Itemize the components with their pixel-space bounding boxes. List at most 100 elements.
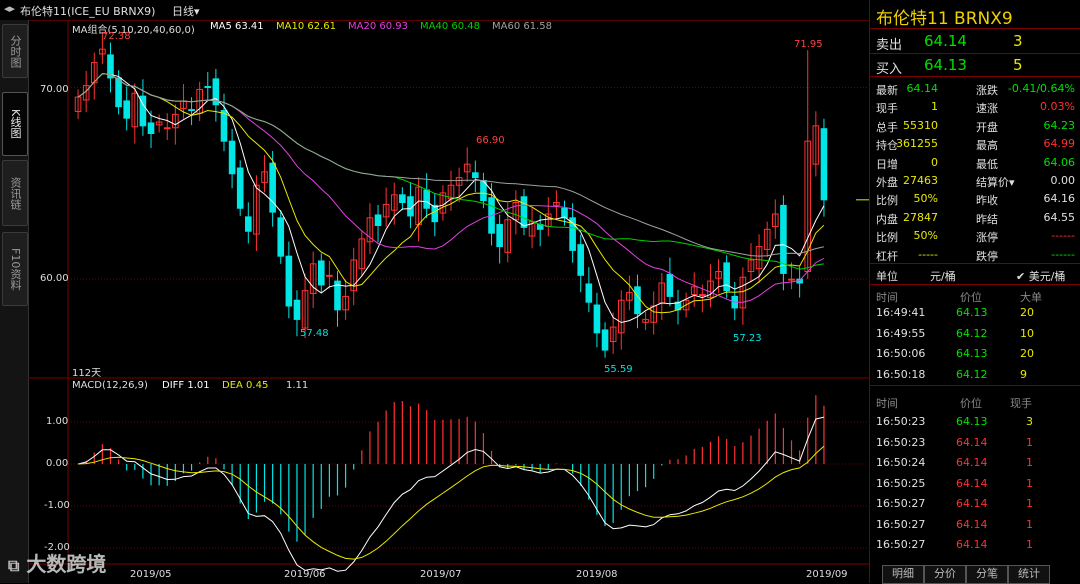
tick-header: 时间 价位 现手 [876,397,1032,410]
candle-body [188,109,195,112]
candle-body [293,299,301,320]
quote-stat-row: 最新 64.14 涨跌 -0.41/0.64% [876,82,1075,97]
tab-stats[interactable]: 统计 [1008,565,1050,584]
candle-body [399,194,406,203]
quote-panel: 布伦特11 BRNX9 卖出 64.14 3 买入 64.13 5 最新 64.1… [869,0,1080,583]
low-label-3: 57.23 [733,333,762,344]
ma60-line [77,73,825,257]
ma40-label: MA40 60.48 [420,21,480,32]
high-label-1: 72.38 [102,31,131,42]
high-label-3: 71.95 [794,39,823,50]
big-order-row: 16:49:41 64.13 20 [876,306,1034,319]
candle-body [601,329,609,351]
ma5-label: MA5 63.41 [210,21,264,32]
high-label-2: 66.90 [476,135,505,146]
candle-body [115,77,122,108]
candle-body [163,127,171,130]
candle-body [699,294,706,296]
low-label-2: 55.59 [604,364,633,375]
quote-stat-row: 现手 1 速涨 0.03% [876,100,1075,116]
tab-kline[interactable]: K线图 [2,92,28,156]
tick-row: 16:50:27 64.14 1 [876,517,1033,531]
candle-body [577,244,585,276]
quote-stat-row: 杠杆 ----- 跌停 ------ [876,247,1075,263]
macd-label: MACD(12,26,9) [72,380,148,391]
candle-body [285,255,293,307]
candle-body [431,204,439,223]
candle-body [423,189,430,209]
watermark-logo: ⧉ 大数跨境 [8,552,107,576]
candle-body [666,273,674,297]
macd-tick-neg1: -1.00 [44,500,70,511]
contract-title: 布伦特11(ICE_EU BRNX9) [20,5,156,18]
candle-body [585,283,593,303]
tick-row: 16:50:23 64.14 1 [876,435,1033,449]
candle-body [472,172,479,179]
quote-stat-row: 内盘 27847 昨结 64.55 [876,210,1075,226]
candle-body [220,110,228,142]
sell-row: 卖出 64.14 3 [876,32,1023,53]
tab-detail[interactable]: 明细 [882,565,924,584]
quote-stat-row: 日增 0 最低 64.06 [876,155,1075,171]
kline-chart[interactable] [28,20,869,583]
candle-body [788,278,795,281]
macd-histogram [85,395,825,542]
candle-body [374,214,382,226]
candle-body [723,262,730,292]
tab-news[interactable]: 资讯链 [2,160,28,226]
low-label-1: 57.48 [300,328,329,339]
ma10-label: MA10 62.61 [276,21,336,32]
date-tick-07: 2019/07 [420,569,462,580]
price-tick-70: 70.00 [40,84,69,95]
tab-timeshare[interactable]: 分时图 [2,24,28,78]
candle-body [123,100,131,119]
tick-row: 16:50:25 64.14 1 [876,476,1033,490]
candle-body [236,167,244,209]
candle-body [593,304,601,334]
tick-row: 16:50:27 64.14 1 [876,538,1033,551]
macd-dea: DEA 0.45 [222,380,269,391]
candle-body [634,286,641,315]
macd-tick-0: 0.00 [46,458,69,469]
ma60-label: MA60 61.58 [492,21,552,32]
date-tick-08: 2019/08 [576,569,618,580]
candle-body [520,196,528,228]
quote-stat-row: 外盘 27463 结算价▾ 0.00 [876,174,1075,189]
days-count: 112天 [72,368,102,379]
ma-group-label: MA组合(5,10,20,40,60,0) [72,25,195,36]
panel-title: 布伦特11 BRNX9 [876,9,1013,29]
panel-bottom-tabs: 明细 分价 分笔 统计 [874,565,1080,584]
candle-body [496,224,503,248]
left-tab-bar: 分时图 K线图 资讯链 F10资料 [0,20,29,583]
candle-body [245,216,252,232]
ma20-label: MA20 60.93 [348,21,408,32]
period-selector[interactable]: 日线▾ [172,3,200,19]
tab-trades[interactable]: 分笔 [966,565,1008,584]
unit-row: 单位 元/桶 ✔ 美元/桶 [876,268,1066,284]
candle-body [317,260,325,286]
quote-stat-row: 比例 50% 昨收 64.16 [876,192,1075,208]
candle-body [820,128,828,201]
price-tick-60: 60.00 [40,273,69,284]
candle-body [561,207,568,219]
candle-body [277,217,285,257]
macd-value: 1.11 [286,380,309,391]
unit-option-yuan[interactable]: 元/桶 [930,268,956,284]
macd-diff: DIFF 1.01 [162,380,210,391]
candles [74,32,828,358]
quote-stat-row: 比例 50% 涨停 ------ [876,229,1075,245]
tick-row: 16:50:23 64.13 3 [876,415,1033,428]
quote-stat-row: 总手 55310 开盘 64.23 [876,118,1075,134]
tab-f10[interactable]: F10资料 [2,232,28,306]
date-tick-09: 2019/09 [806,569,848,580]
tick-row: 16:50:24 64.14 1 [876,456,1033,469]
candle-body [326,274,333,277]
big-order-row: 16:50:06 64.13 20 [876,347,1034,360]
unit-option-usd[interactable]: ✔ 美元/桶 [1016,268,1065,284]
tick-row: 16:50:27 64.14 1 [876,497,1033,510]
nav-arrows-icon[interactable]: ◂▸ [4,2,15,15]
quote-stat-row: 持仓 361255 最高 64.99 [876,137,1075,153]
tab-price-split[interactable]: 分价 [924,565,966,584]
date-tick-06: 2019/06 [284,569,326,580]
date-tick-05: 2019/05 [130,569,172,580]
